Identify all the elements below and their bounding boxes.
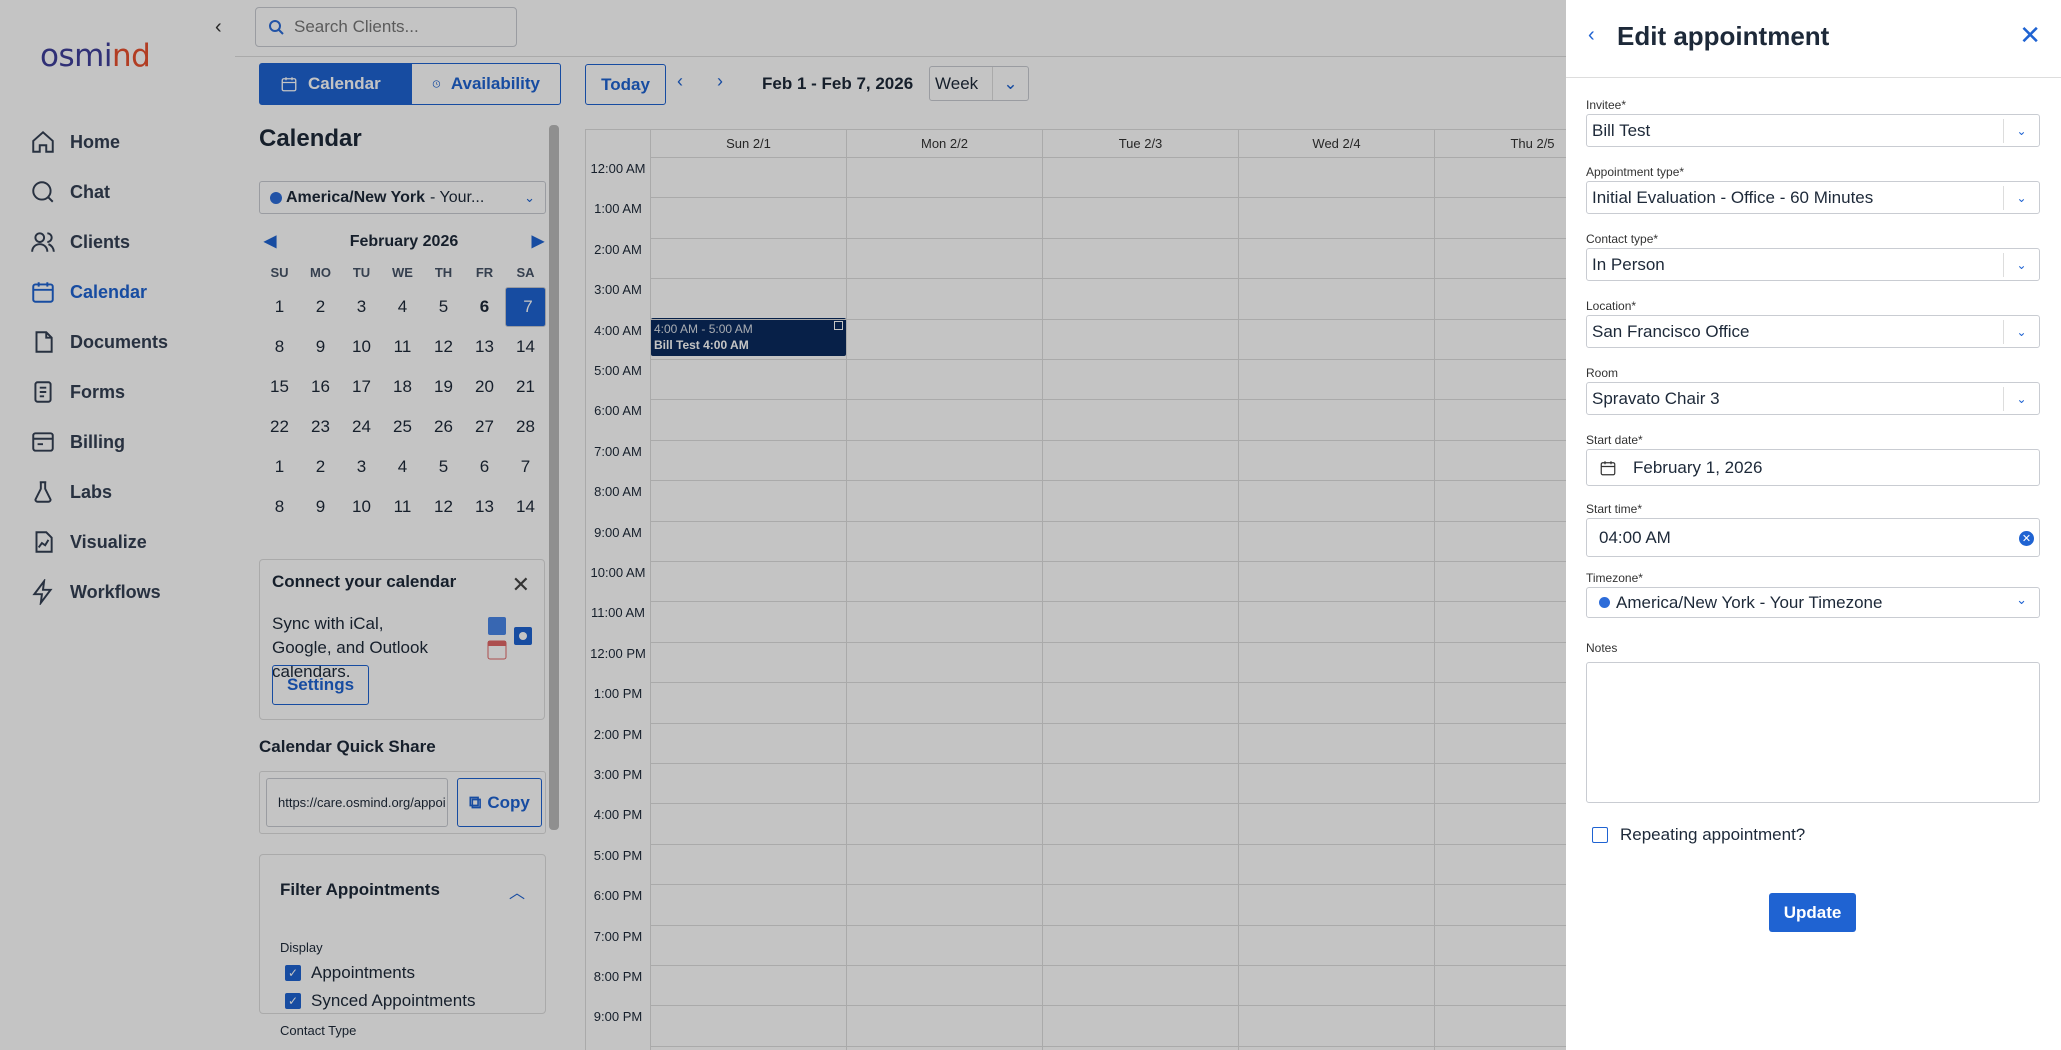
contact-type-value: In Person [1592,254,1665,274]
update-button[interactable]: Update [1769,893,1856,932]
chevron-down-icon: ⌄ [2003,320,2039,344]
location-select[interactable]: San Francisco Office ⌄ [1586,315,2040,348]
contact-type-field: Contact type* In Person ⌄ [1586,232,2040,281]
appointment-type-select[interactable]: Initial Evaluation - Office - 60 Minutes… [1586,181,2040,214]
repeating-label: Repeating appointment? [1620,825,1806,844]
start-time-field: Start time* 04:00 AM ✕ [1586,502,2040,557]
chevron-down-icon: ⌄ [2016,592,2027,607]
start-time-value: 04:00 AM [1599,527,1671,547]
field-label: Room [1586,366,1619,380]
room-field: Room Spravato Chair 3 ⌄ [1586,366,2040,415]
repeating-checkbox[interactable]: Repeating appointment? [1592,825,1805,845]
appointment-type-value: Initial Evaluation - Office - 60 Minutes [1592,187,1874,207]
field-label: Start date* [1586,433,1643,447]
room-select[interactable]: Spravato Chair 3 ⌄ [1586,382,2040,415]
timezone-field: Timezone* America/New York - Your Timezo… [1586,571,2040,618]
field-label: Start time* [1586,502,1643,516]
back-icon[interactable]: ‹ [1588,24,1595,47]
field-label: Timezone* [1586,571,1643,585]
start-date-value: February 1, 2026 [1633,457,1763,477]
chevron-down-icon: ⌄ [2003,119,2039,143]
app: osmind ‹ Home Chat Clients Calendar Docu… [0,0,2061,1050]
start-date-field: Start date* February 1, 2026 [1586,433,2040,486]
field-label: Appointment type* [1586,165,1685,179]
appointment-type-field: Appointment type* Initial Evaluation - O… [1586,165,2040,214]
field-label: Contact type* [1586,232,1659,246]
invitee-value: Bill Test [1592,120,1651,140]
calendar-icon [1600,460,1616,475]
chevron-down-icon: ⌄ [2003,387,2039,411]
field-label: Invitee* [1586,98,1627,112]
chevron-down-icon: ⌄ [2003,186,2039,210]
globe-icon [1599,597,1610,608]
checkbox-icon [1592,827,1608,843]
field-label: Location* [1586,299,1637,313]
contact-type-select[interactable]: In Person ⌄ [1586,248,2040,281]
drawer-header: ‹ Edit appointment ✕ [1566,0,2061,78]
invitee-select[interactable]: Bill Test ⌄ [1586,114,2040,147]
notes-field: Notes [1586,641,2040,803]
start-date-input[interactable]: February 1, 2026 [1586,449,2040,486]
invitee-field: Invitee* Bill Test ⌄ [1586,98,2040,147]
modal-overlay[interactable] [0,0,1566,1050]
timezone-select[interactable]: America/New York - Your Timezone ⌄ [1586,587,2040,618]
location-value: San Francisco Office [1592,321,1750,341]
clear-icon[interactable]: ✕ [2019,531,2034,546]
location-field: Location* San Francisco Office ⌄ [1586,299,2040,348]
notes-textarea[interactable] [1586,662,2040,803]
room-value: Spravato Chair 3 [1592,388,1720,408]
chevron-down-icon: ⌄ [2003,253,2039,277]
close-icon[interactable]: ✕ [2019,20,2041,51]
field-label: Notes [1586,641,1618,655]
timezone-value: America/New York - Your Timezone [1616,592,1883,612]
edit-appointment-drawer: ‹ Edit appointment ✕ Invitee* Bill Test ⌄… [1566,0,2061,1050]
start-time-input[interactable]: 04:00 AM ✕ [1586,518,2040,557]
drawer-title: Edit appointment [1617,21,1830,51]
